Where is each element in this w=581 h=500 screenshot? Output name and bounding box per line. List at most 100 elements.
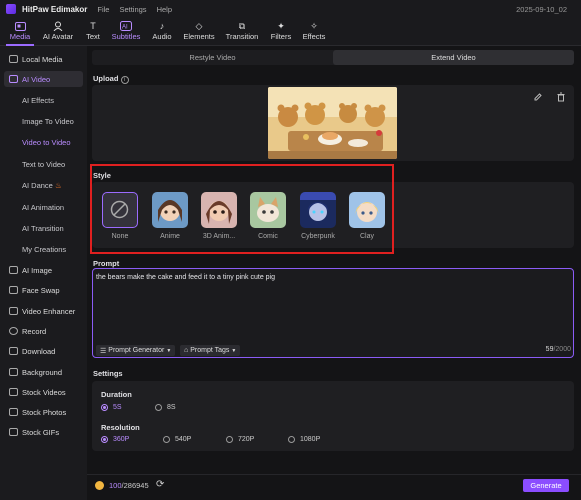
prompt-tags-button[interactable]: ⌂ Prompt Tags ▼ [180, 345, 241, 356]
prompt-generator-icon: ☰ [100, 347, 107, 355]
prompt-label: Prompt [93, 259, 120, 268]
sidebar-item-label: Stock GIFs [22, 427, 60, 437]
style-option-cyberpunk[interactable] [300, 192, 336, 228]
3d-animation-thumbnail-image [201, 192, 237, 228]
subitem-image-to-video[interactable]: Image To Video [22, 117, 74, 126]
tag-icon: ⌂ [184, 347, 189, 354]
style-name-none: None [111, 233, 129, 240]
tool-ai-avatar-label: AI Avatar [42, 32, 74, 41]
style-name-cyberpunk: Cyberpunk [301, 233, 335, 240]
sidebar-item-label: AI Image [22, 265, 53, 275]
prompt-generator-button[interactable]: ☰ Prompt Generator ▼ [96, 345, 176, 356]
credits-used: 100 [109, 481, 122, 490]
tool-transition[interactable]: ⧉ Transition [223, 20, 261, 44]
resolution-option-label: 540P [175, 436, 192, 443]
style-option-none[interactable] [102, 192, 138, 228]
style-option-clay[interactable] [349, 192, 385, 228]
bears-thumbnail-image [268, 87, 397, 159]
radio-icon [226, 436, 233, 443]
subitem-ai-effects[interactable]: AI Effects [22, 96, 54, 105]
upload-label-text: Upload [93, 74, 119, 83]
tab-restyle-video[interactable]: Restyle Video [92, 50, 333, 65]
resolution-option-1080p[interactable]: 1080P [288, 436, 320, 443]
duration-option-8s[interactable]: 8S [155, 404, 176, 411]
tool-media[interactable]: Media [6, 20, 34, 46]
sidebar-item-stock-photos[interactable]: Stock Photos [4, 404, 83, 420]
stock-videos-icon [9, 388, 18, 396]
prompt-text[interactable]: the bears make the cake and feed it to a… [96, 274, 566, 281]
prompt-generator-label: Prompt Generator [108, 347, 165, 354]
cyberpunk-thumbnail-image [300, 192, 336, 228]
sidebar-item-label: Stock Videos [22, 387, 66, 397]
svg-text:AI: AI [122, 25, 128, 31]
upload-label: Upload i [93, 74, 129, 84]
main-toolbar: Media AI Avatar T Text AI Subtitles ♪ Au… [0, 18, 581, 46]
tool-text[interactable]: T Text [82, 20, 104, 44]
menu-settings[interactable]: Settings [119, 5, 146, 14]
comic-thumbnail-image [250, 192, 286, 228]
refresh-icon[interactable]: ⟳ [156, 479, 167, 490]
tool-effects[interactable]: ✧ Effects [300, 20, 328, 44]
radio-selected-icon [101, 404, 108, 411]
tool-ai-avatar[interactable]: AI Avatar [40, 20, 76, 44]
app-name: HitPaw Edimakor [22, 4, 88, 14]
resolution-option-720p[interactable]: 720P [226, 436, 254, 443]
style-option-3d-animation[interactable] [201, 192, 237, 228]
duration-option-5s[interactable]: 5S [101, 404, 122, 411]
sidebar-item-background[interactable]: Background [4, 364, 83, 380]
sidebar-item-stock-gifs[interactable]: Stock GIFs [4, 424, 83, 440]
resolution-option-360p[interactable]: 360P [101, 436, 129, 443]
sidebar-item-label: Video Enhancer [22, 306, 76, 316]
duration-label: Duration [101, 390, 132, 399]
tool-audio-label: Audio [152, 32, 172, 41]
radio-icon [155, 404, 162, 411]
sidebar-item-label: Stock Photos [22, 407, 67, 417]
style-option-comic[interactable] [250, 192, 286, 228]
tool-filters[interactable]: ✦ Filters [267, 20, 295, 44]
tool-subtitles[interactable]: AI Subtitles [109, 20, 143, 44]
sidebar-item-label: AI Video [22, 74, 51, 84]
elements-icon: ◇ [195, 20, 203, 31]
sidebar-item-local-media[interactable]: Local Media [4, 51, 83, 67]
sidebar-item-face-swap[interactable]: Face Swap [4, 282, 83, 298]
delete-icon[interactable] [556, 92, 566, 102]
style-name-comic: Comic [258, 233, 278, 240]
resolution-label: Resolution [101, 423, 140, 432]
style-option-anime[interactable] [152, 192, 188, 228]
uploaded-video-thumbnail[interactable] [268, 87, 397, 159]
resolution-option-540p[interactable]: 540P [163, 436, 191, 443]
coin-icon [95, 481, 104, 490]
edit-icon[interactable] [533, 92, 543, 102]
sidebar-item-label: Face Swap [22, 285, 60, 295]
tool-subtitles-label: Subtitles [111, 32, 141, 41]
media-icon [13, 20, 27, 32]
style-name-3d-animation: 3D Anim... [202, 233, 236, 240]
audio-icon: ♪ [159, 21, 165, 31]
subitem-video-to-video[interactable]: Video to Video [22, 138, 71, 147]
sidebar-item-ai-image[interactable]: AI Image [4, 262, 83, 278]
filters-icon: ✦ [277, 20, 285, 31]
stock-photos-icon [9, 408, 18, 416]
sidebar-item-record[interactable]: Record [4, 323, 83, 339]
prompt-char-count: 59/2000 [546, 346, 571, 353]
subitem-text-to-video[interactable]: Text to Video [22, 160, 65, 169]
subitem-ai-animation[interactable]: AI Animation [22, 203, 64, 212]
sidebar-item-ai-video[interactable]: AI Video [4, 71, 83, 87]
radio-selected-icon [101, 436, 108, 443]
project-date: 2025-09-10_02 [516, 5, 567, 14]
sidebar-item-download[interactable]: Download [4, 343, 83, 359]
tab-extend-video[interactable]: Extend Video [333, 50, 574, 65]
sidebar-item-stock-videos[interactable]: Stock Videos [4, 384, 83, 400]
sidebar-item-video-enhancer[interactable]: Video Enhancer [4, 303, 83, 319]
folder-icon [9, 55, 18, 63]
settings-label: Settings [93, 369, 123, 378]
subitem-ai-dance[interactable]: AI Dance ♨ [22, 181, 62, 190]
generate-button[interactable]: Generate [523, 479, 569, 492]
subitem-ai-transition[interactable]: AI Transition [22, 224, 64, 233]
menu-file[interactable]: File [97, 5, 109, 14]
tool-elements[interactable]: ◇ Elements [181, 20, 217, 44]
menu-help[interactable]: Help [157, 5, 172, 14]
effects-icon: ✧ [310, 20, 318, 31]
tool-audio[interactable]: ♪ Audio [149, 20, 175, 44]
subitem-my-creations[interactable]: My Creations [22, 245, 66, 254]
